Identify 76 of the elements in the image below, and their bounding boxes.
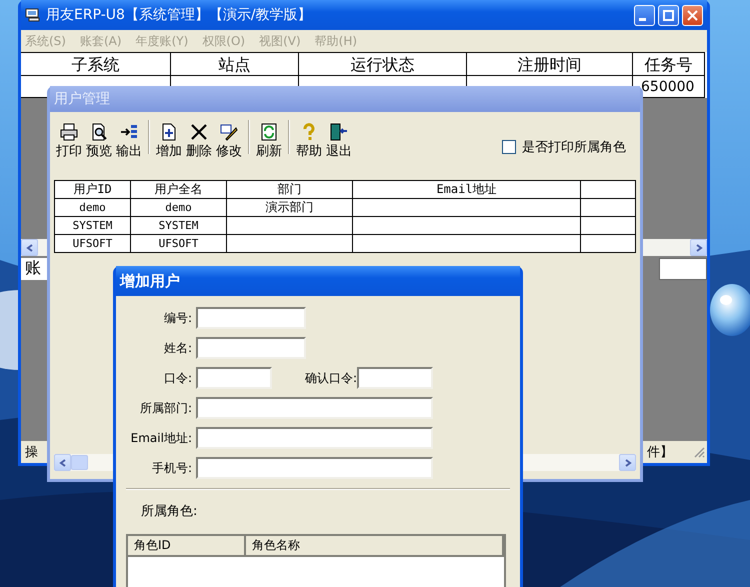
edit-button[interactable]: 修改 xyxy=(214,123,244,160)
maximize-icon xyxy=(663,10,674,20)
table-cell: UFSOFT xyxy=(131,235,227,253)
checkbox[interactable] xyxy=(502,140,516,154)
field-label: 手机号: xyxy=(150,460,193,476)
print-roles-checkbox[interactable]: 是否打印所属角色 xyxy=(502,138,626,156)
close-icon xyxy=(687,10,698,20)
status-text: 件】 xyxy=(647,444,673,461)
column-header: 注册时间 xyxy=(467,52,633,76)
window-title: 用友ERP-U8【系统管理】【演示/教学版】 xyxy=(46,6,312,24)
table-cell: demo xyxy=(131,199,227,217)
column-header: 运行状态 xyxy=(299,52,467,76)
input-field[interactable] xyxy=(196,397,433,419)
scroll-left-button[interactable] xyxy=(54,454,71,471)
column-header: Email地址 xyxy=(353,181,581,199)
refresh-icon xyxy=(260,123,278,141)
chevron-right-icon xyxy=(694,244,702,252)
add-button[interactable]: 增加 xyxy=(154,123,184,160)
field-label: 确认口令: xyxy=(304,370,357,386)
column-header: 用户ID xyxy=(55,181,131,199)
column-header: 站点 xyxy=(171,52,299,76)
computer-icon xyxy=(25,8,41,22)
maximize-button[interactable] xyxy=(658,4,679,26)
input-field[interactable] xyxy=(196,367,272,389)
column-header: 部门 xyxy=(227,181,353,199)
export-button[interactable]: 输出 xyxy=(114,123,144,160)
cross-icon xyxy=(190,123,208,141)
field-label: 口令: xyxy=(162,370,193,386)
chevron-left-icon xyxy=(58,458,66,466)
close-button[interactable] xyxy=(682,4,703,26)
column-header: 子系统 xyxy=(21,52,171,76)
field-label: Email地址: xyxy=(130,430,193,446)
scroll-right-button[interactable] xyxy=(690,239,707,256)
document-magnifier-icon xyxy=(90,123,108,141)
table-cell: UFSOFT xyxy=(55,235,131,253)
scroll-thumb[interactable] xyxy=(71,455,88,470)
chevron-right-icon xyxy=(624,458,632,466)
arrow-list-icon xyxy=(120,123,138,141)
table-cell: SYSTEM xyxy=(131,217,227,235)
window-title: 用户管理 xyxy=(54,90,110,108)
window-title: 增加用户 xyxy=(120,272,180,290)
scroll-left-button[interactable] xyxy=(21,239,38,256)
pencil-icon xyxy=(220,123,238,141)
column-header: 角色名称 xyxy=(246,536,504,555)
input-field[interactable] xyxy=(196,427,433,449)
minimize-button[interactable] xyxy=(634,4,655,26)
text-field[interactable]: 账 xyxy=(21,258,47,280)
table-cell: demo xyxy=(55,199,131,217)
input-field[interactable] xyxy=(659,258,707,280)
delete-button[interactable]: 删除 xyxy=(184,123,214,160)
document-plus-icon xyxy=(160,123,178,141)
input-field[interactable] xyxy=(357,367,433,389)
help-button[interactable]: 帮助 xyxy=(294,123,324,160)
input-field[interactable] xyxy=(196,457,433,479)
preview-button[interactable]: 预览 xyxy=(84,123,114,160)
scroll-right-button[interactable] xyxy=(619,454,636,471)
exit-button[interactable]: 退出 xyxy=(324,123,354,160)
table-cell: 演示部门 xyxy=(227,199,353,217)
input-field[interactable] xyxy=(196,307,306,329)
input-field[interactable] xyxy=(196,337,306,359)
minimize-icon xyxy=(638,18,646,21)
column-header: 任务号 xyxy=(633,52,705,76)
refresh-button[interactable]: 刷新 xyxy=(254,123,284,160)
status-text: 操 xyxy=(25,444,38,461)
printer-icon xyxy=(60,123,78,141)
field-label: 所属部门: xyxy=(138,400,193,416)
resize-grip-icon[interactable] xyxy=(693,446,705,458)
section-label: 所属角色: xyxy=(141,503,198,520)
field-label: 姓名: xyxy=(162,340,193,356)
chevron-left-icon xyxy=(26,244,34,252)
print-button[interactable]: 打印 xyxy=(54,123,84,160)
field-label: 编号: xyxy=(162,310,193,326)
column-header: 角色ID xyxy=(128,536,246,555)
table-cell: SYSTEM xyxy=(55,217,131,235)
column-header: 用户全名 xyxy=(131,181,227,199)
door-arrow-icon xyxy=(330,123,348,141)
